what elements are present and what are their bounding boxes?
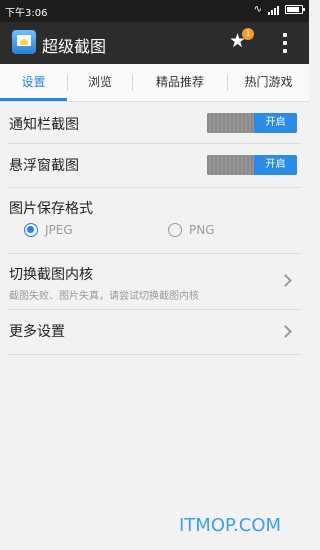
toggle-on-label: 开启 (254, 155, 297, 175)
tab-browse[interactable]: 浏览 (68, 64, 132, 102)
setting-label: 通知栏截图 (9, 117, 79, 133)
toggle-on-label: 开启 (254, 113, 297, 133)
toggle-grip (207, 155, 254, 175)
notification-badge: 1 (242, 28, 254, 40)
png-label[interactable]: PNG (189, 223, 215, 237)
status-time: 下午3:06 (5, 8, 48, 19)
divider (8, 354, 301, 355)
setting-hint: 截图失败、图片失真，请尝试切换截图内核 (9, 291, 199, 302)
setting-notification-capture: 通知栏截图 开启 (0, 102, 309, 144)
floating-capture-toggle[interactable]: 开启 (207, 155, 297, 175)
tab-games[interactable]: 热门游戏 (228, 64, 309, 102)
toggle-grip (207, 113, 254, 133)
status-icons: ∿ (253, 4, 305, 15)
chevron-right-icon (279, 274, 292, 287)
setting-label: 更多设置 (9, 324, 65, 340)
setting-more[interactable]: 更多设置 (0, 310, 309, 354)
favorites-button[interactable]: ★ 1 (226, 28, 254, 55)
battery-icon (285, 5, 305, 14)
setting-image-format: 图片保存格式 JPEG PNG (0, 188, 309, 253)
setting-floating-capture: 悬浮窗截图 开启 (0, 144, 309, 187)
chevron-right-icon (279, 325, 292, 338)
jpeg-radio[interactable] (24, 223, 38, 237)
setting-switch-core[interactable]: 切换截图内核 截图失败、图片失真，请尝试切换截图内核 (0, 254, 309, 309)
png-radio[interactable] (168, 223, 182, 237)
status-bar: 下午3:06 ∿ (0, 0, 309, 22)
overflow-menu-icon[interactable] (278, 30, 292, 56)
setting-label: 切换截图内核 (9, 267, 93, 283)
tab-featured[interactable]: 精品推荐 (133, 64, 227, 102)
wifi-icon: ∿ (253, 4, 262, 15)
setting-label: 悬浮窗截图 (9, 158, 79, 174)
tab-bar: 设置 浏览 精品推荐 热门游戏 (0, 64, 309, 102)
setting-label: 图片保存格式 (9, 201, 93, 217)
signal-icon (268, 5, 279, 15)
jpeg-label[interactable]: JPEG (45, 223, 73, 237)
app-title: 超级截图 (42, 37, 107, 56)
active-tab-indicator (0, 98, 67, 101)
app-logo-icon (12, 30, 36, 54)
tab-settings[interactable]: 设置 (0, 64, 67, 102)
app-bar: 超级截图 ★ 1 (0, 22, 309, 64)
watermark: ITMOP.COM (179, 515, 282, 536)
notification-capture-toggle[interactable]: 开启 (207, 113, 297, 133)
